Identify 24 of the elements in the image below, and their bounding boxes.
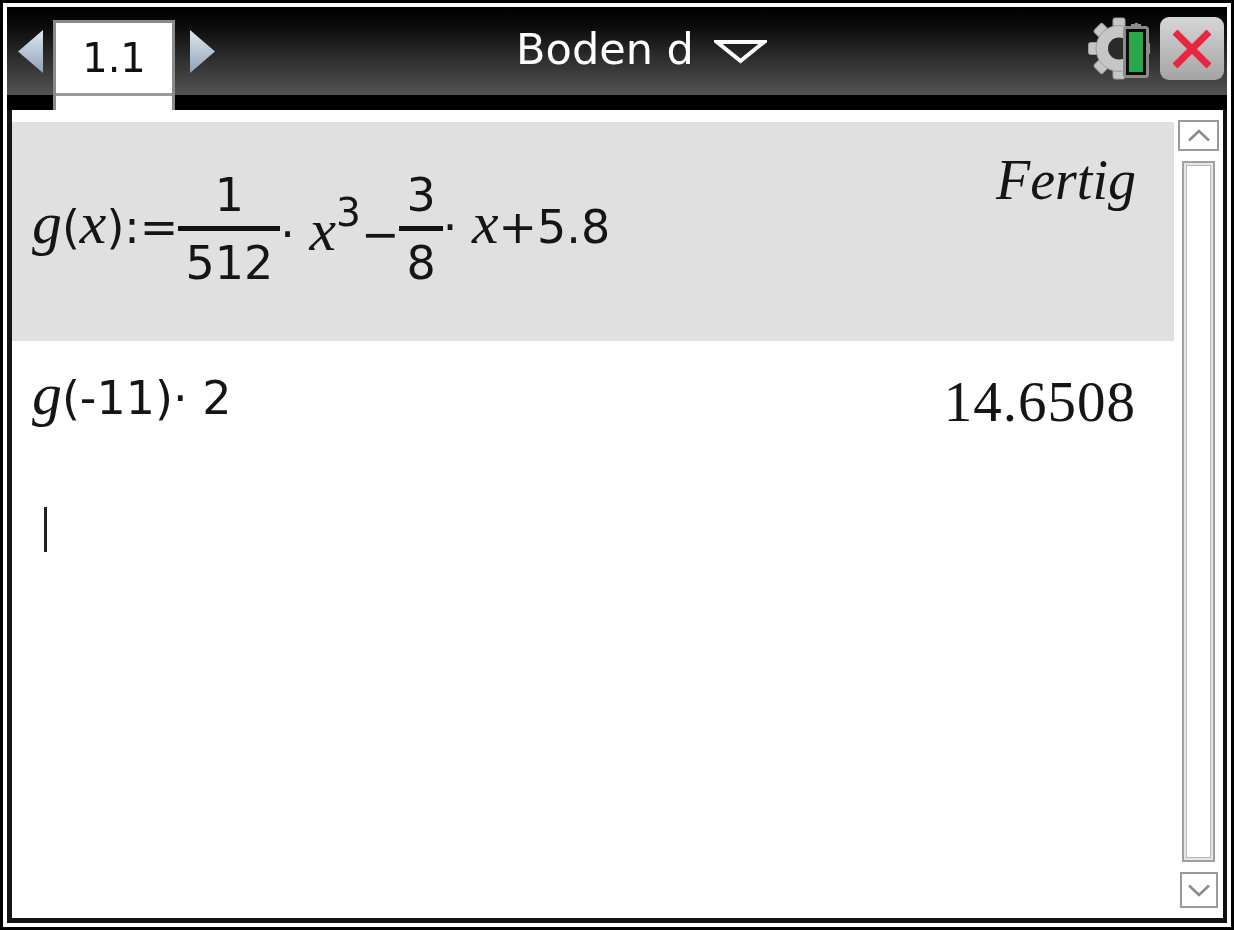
- document-menu-button[interactable]: Boden d: [516, 23, 767, 74]
- close-button[interactable]: [1160, 17, 1224, 80]
- battery-icon: [1123, 24, 1149, 78]
- math-text: g(x):=: [32, 199, 179, 258]
- fraction-numerator: 1: [213, 169, 245, 224]
- result-text: 14.6508: [943, 368, 1136, 434]
- caret-icon: [713, 39, 767, 64]
- chevron-down-icon: [1186, 883, 1211, 897]
- math-text: · x$^{3}$−: [280, 192, 400, 265]
- fraction-numerator: 3: [405, 169, 437, 224]
- fraction-denominator: 8: [405, 234, 437, 290]
- scroll-down-button[interactable]: [1179, 872, 1218, 908]
- scroll-up-button[interactable]: [1178, 120, 1219, 151]
- right-triangle-icon[interactable]: [190, 30, 215, 73]
- left-triangle-icon[interactable]: [18, 30, 43, 73]
- chevron-up-icon: [1186, 129, 1211, 142]
- math-text: g(-11)· 2: [32, 371, 232, 430]
- close-icon: [1173, 29, 1211, 68]
- fraction-denominator: 512: [184, 234, 275, 290]
- math-text: · x+5.8: [442, 199, 611, 258]
- text-cursor-icon: [44, 507, 47, 552]
- scrollbar-thumb[interactable]: [1182, 161, 1215, 862]
- page-tab[interactable]: 1.1: [53, 20, 175, 110]
- result-text: Fertig: [996, 148, 1136, 213]
